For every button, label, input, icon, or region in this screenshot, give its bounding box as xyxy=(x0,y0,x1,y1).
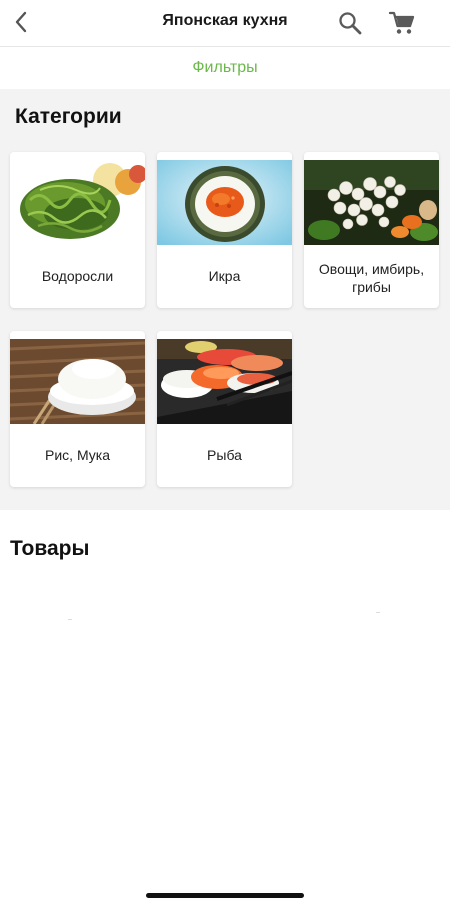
category-card-caviar[interactable]: Икра xyxy=(157,152,292,308)
home-indicator[interactable] xyxy=(146,893,304,898)
category-card-vegetables[interactable]: Овощи, имбирь, грибы xyxy=(304,152,439,308)
categories-title: Категории xyxy=(15,105,122,128)
sushi-plate-image xyxy=(157,339,292,424)
category-card-seaweed[interactable]: Водоросли xyxy=(10,152,145,308)
category-card-fish[interactable]: Рыба xyxy=(157,331,292,487)
search-icon xyxy=(339,12,362,35)
screen: Японская кухня Фильтры Категории Водорос… xyxy=(0,0,450,900)
category-label: Овощи, имбирь, грибы xyxy=(318,261,425,295)
category-label: Рис, Мука xyxy=(45,447,110,463)
category-card-rice[interactable]: Рис, Мука xyxy=(10,331,145,487)
page-title: Японская кухня xyxy=(162,12,288,29)
caviar-bowl-image xyxy=(157,160,292,245)
category-label: Водоросли xyxy=(41,268,114,284)
category-label: Рыба xyxy=(207,447,242,463)
back-button[interactable] xyxy=(6,6,38,38)
top-app-bar: Японская кухня xyxy=(0,0,450,47)
category-label: Икра xyxy=(208,268,241,284)
cart-icon xyxy=(388,11,415,34)
cart-button[interactable] xyxy=(386,7,418,39)
filters-bar: Фильтры xyxy=(0,47,450,89)
divider-speck xyxy=(376,612,380,613)
divider-speck xyxy=(68,619,72,620)
categories-section: Категории Водоросли Икра Овощи, имбирь, … xyxy=(0,89,450,510)
products-title: Товары xyxy=(10,537,90,560)
rice-bowl-image xyxy=(10,339,145,424)
mushrooms-vegetables-image xyxy=(304,160,439,245)
search-button[interactable] xyxy=(334,7,366,39)
seaweed-salad-image xyxy=(10,160,145,245)
chevron-left-icon xyxy=(15,11,27,33)
filters-link[interactable]: Фильтры xyxy=(192,59,257,77)
